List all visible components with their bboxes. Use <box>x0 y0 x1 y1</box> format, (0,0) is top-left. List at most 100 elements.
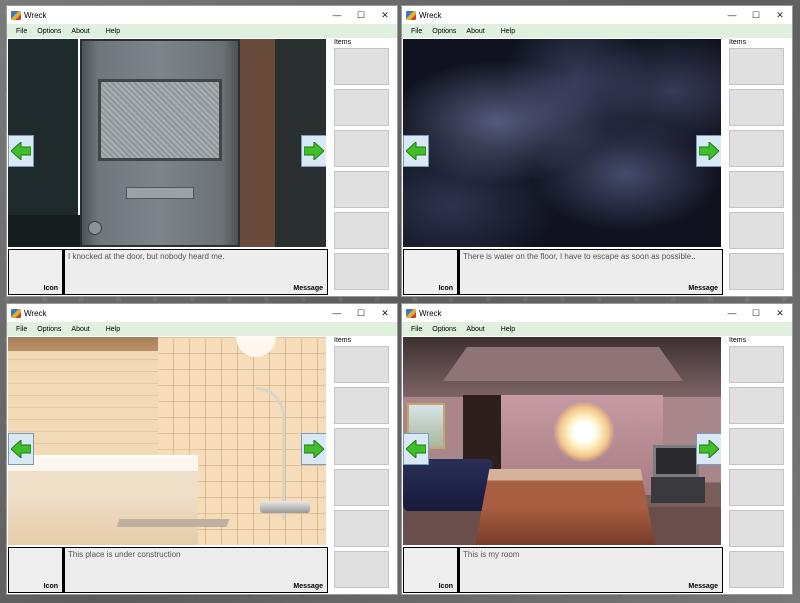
arrow-right-icon <box>699 142 719 160</box>
item-slot[interactable] <box>334 212 389 249</box>
minimize-button[interactable]: — <box>325 6 349 24</box>
item-slot[interactable] <box>334 253 389 290</box>
item-slot[interactable] <box>334 171 389 208</box>
close-button[interactable]: ✕ <box>768 304 792 322</box>
item-slot[interactable] <box>334 89 389 126</box>
item-slot[interactable] <box>729 510 784 547</box>
menu-help[interactable]: Help <box>496 28 520 35</box>
maximize-button[interactable]: ☐ <box>744 304 768 322</box>
item-slot[interactable] <box>334 469 389 506</box>
bathtub <box>8 455 198 545</box>
item-slot[interactable] <box>729 89 784 126</box>
item-slot[interactable] <box>729 171 784 208</box>
icon-label: Icon <box>438 583 453 590</box>
item-slot[interactable] <box>334 387 389 424</box>
message-label: Message <box>293 285 323 292</box>
door-plate <box>126 187 194 199</box>
game-window-4: Wreck — ☐ ✕ File Options About Help Icon <box>401 303 793 595</box>
message-box: I knocked at the door, but nobody heard … <box>65 250 327 294</box>
faucet <box>260 501 310 513</box>
minimize-button[interactable]: — <box>720 6 744 24</box>
menu-options[interactable]: Options <box>32 326 66 333</box>
item-slot[interactable] <box>334 346 389 383</box>
navigate-right-button[interactable] <box>696 433 721 465</box>
scene-view-bathroom[interactable] <box>8 337 326 545</box>
game-window-3: Wreck — ☐ ✕ File Options About Help Icon… <box>6 303 398 595</box>
app-icon <box>11 308 21 318</box>
navigate-left-button[interactable] <box>8 135 34 167</box>
title-bar: Wreck — ☐ ✕ <box>7 6 397 24</box>
tv-stand <box>651 477 705 503</box>
item-slot[interactable] <box>334 130 389 167</box>
menu-about[interactable]: About <box>461 326 489 333</box>
minimize-button[interactable]: — <box>325 304 349 322</box>
menu-options[interactable]: Options <box>32 28 66 35</box>
menu-file[interactable]: File <box>11 326 32 333</box>
menu-bar: File Options About Help <box>7 24 397 38</box>
menu-help[interactable]: Help <box>101 28 125 35</box>
scene-view-bedroom[interactable] <box>403 337 721 545</box>
menu-file[interactable]: File <box>406 326 427 333</box>
door-knob <box>88 221 102 235</box>
item-slot[interactable] <box>729 48 784 85</box>
navigate-right-button[interactable] <box>696 135 721 167</box>
arrow-left-icon <box>11 440 31 458</box>
item-slot[interactable] <box>334 428 389 465</box>
menu-help[interactable]: Help <box>496 326 520 333</box>
menu-help[interactable]: Help <box>101 326 125 333</box>
navigate-left-button[interactable] <box>403 135 429 167</box>
minimize-button[interactable]: — <box>720 304 744 322</box>
items-panel: Items <box>330 38 396 296</box>
navigate-right-button[interactable] <box>301 433 326 465</box>
menu-options[interactable]: Options <box>427 326 461 333</box>
items-label: Items <box>334 337 352 344</box>
maximize-button[interactable]: ☐ <box>349 6 373 24</box>
menu-options[interactable]: Options <box>427 28 461 35</box>
close-button[interactable]: ✕ <box>768 6 792 24</box>
menu-about[interactable]: About <box>66 28 94 35</box>
item-slot[interactable] <box>729 387 784 424</box>
item-slot[interactable] <box>729 551 784 588</box>
arrow-right-icon <box>304 142 324 160</box>
items-panel: Items <box>330 336 396 594</box>
message-label: Message <box>293 583 323 590</box>
close-button[interactable]: ✕ <box>373 6 397 24</box>
navigate-right-button[interactable] <box>301 135 326 167</box>
maximize-button[interactable]: ☐ <box>744 6 768 24</box>
menu-about[interactable]: About <box>461 28 489 35</box>
message-box: This is my room Message <box>460 548 722 592</box>
icon-label: Icon <box>43 583 58 590</box>
navigate-left-button[interactable] <box>403 433 429 465</box>
menu-about[interactable]: About <box>66 326 94 333</box>
message-label: Message <box>688 583 718 590</box>
message-box: This place is under construction Message <box>65 548 327 592</box>
message-label: Message <box>688 285 718 292</box>
item-slot[interactable] <box>334 510 389 547</box>
menu-file[interactable]: File <box>406 28 427 35</box>
arrow-right-icon <box>699 440 719 458</box>
item-slot[interactable] <box>729 428 784 465</box>
floor-drain <box>116 519 230 527</box>
bottom-panel: Icon There is water on the floor, I have… <box>403 249 723 295</box>
scene-view-dark[interactable] <box>403 39 721 247</box>
item-slot[interactable] <box>729 253 784 290</box>
arrow-left-icon <box>406 440 426 458</box>
bottom-panel: Icon This place is under construction Me… <box>8 547 328 593</box>
maximize-button[interactable]: ☐ <box>349 304 373 322</box>
item-slot[interactable] <box>729 130 784 167</box>
door-window <box>98 79 222 161</box>
item-slot[interactable] <box>729 469 784 506</box>
navigate-left-button[interactable] <box>8 433 34 465</box>
scene-view-door[interactable] <box>8 39 326 247</box>
menu-file[interactable]: File <box>11 28 32 35</box>
item-slot[interactable] <box>729 346 784 383</box>
icon-box: Icon <box>404 548 457 592</box>
item-slot[interactable] <box>334 48 389 85</box>
bottom-panel: Icon I knocked at the door, but nobody h… <box>8 249 328 295</box>
item-slot[interactable] <box>334 551 389 588</box>
items-panel: Items <box>725 336 791 594</box>
close-button[interactable]: ✕ <box>373 304 397 322</box>
app-icon <box>406 308 416 318</box>
items-label: Items <box>729 39 747 46</box>
item-slot[interactable] <box>729 212 784 249</box>
